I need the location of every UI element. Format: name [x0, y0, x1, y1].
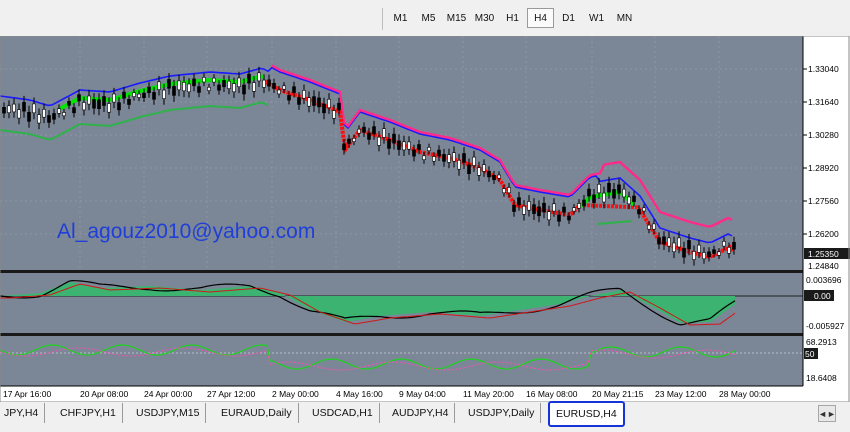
timeframe-toolbar: M1 M5 M15 M30 H1 H4 D1 W1 MN — [0, 0, 850, 36]
price-label: 1.30280 — [808, 130, 839, 140]
time-label: 24 Apr 00:00 — [144, 389, 192, 399]
price-label: 1.24840 — [808, 261, 839, 271]
rsi-pane[interactable] — [0, 336, 803, 386]
price-label: 1.27560 — [808, 196, 839, 206]
timeframe-button-mn[interactable]: MN — [611, 8, 638, 28]
time-label: 11 May 20:00 — [463, 389, 514, 399]
timeframe-button-m15[interactable]: M15 — [443, 8, 470, 28]
watermark-text: Al_agouz2010@yahoo.com — [57, 220, 315, 243]
price-label: 1.33040 — [808, 64, 839, 74]
time-label: 2 May 00:00 — [272, 389, 319, 399]
timeframe-button-d1[interactable]: D1 — [555, 8, 582, 28]
time-label: 16 May 08:00 — [526, 389, 578, 399]
macd-scale-label: -0.005927 — [806, 321, 845, 331]
timeframe-bar: M1 M5 M15 M30 H1 H4 D1 W1 MN — [382, 8, 639, 30]
time-label: 20 Apr 08:00 — [80, 389, 128, 399]
timeframe-button-m30[interactable]: M30 — [471, 8, 498, 28]
chart-tab-active[interactable]: EURUSD,H4 — [548, 401, 625, 427]
timeframe-button-m5[interactable]: M5 — [415, 8, 442, 28]
chart-tab[interactable]: AUDJPY,H4 — [386, 403, 456, 423]
timeframe-button-h1[interactable]: H1 — [499, 8, 526, 28]
tab-scroll-arrows-icon[interactable]: ◄► — [818, 405, 836, 422]
chart-window[interactable]: Al_agouz2010@yahoo.com 1.33040 1.31640 1… — [0, 36, 850, 402]
macd-scale-label: 0.00 — [814, 291, 831, 301]
time-label: 9 May 04:00 — [399, 389, 446, 399]
chart-tab[interactable]: EURAUD,Daily — [215, 403, 299, 423]
chart-tab[interactable]: CHFJPY,H1 — [54, 403, 123, 423]
current-price-label: 1.25350 — [808, 249, 839, 259]
price-label: 1.28920 — [808, 163, 839, 173]
chart-tab[interactable]: USDJPY,Daily — [462, 403, 542, 423]
timeframe-button-m1[interactable]: M1 — [387, 8, 414, 28]
chart-tab[interactable]: JPY,H4 — [0, 403, 46, 423]
terminal-window: M1 M5 M15 M30 H1 H4 D1 W1 MN Al_agouz201… — [0, 0, 850, 432]
chart-tabs-bar: JPY,H4 CHFJPY,H1 USDJPY,M15 EURAUD,Daily… — [0, 401, 850, 432]
timeframe-button-w1[interactable]: W1 — [583, 8, 610, 28]
rsi-scale-label: 18.6408 — [806, 373, 837, 383]
chart-tab[interactable]: USDCAD,H1 — [306, 403, 380, 423]
time-label: 4 May 16:00 — [336, 389, 383, 399]
rsi-scale-label: 68.2913 — [806, 337, 837, 347]
time-label: 28 May 00:00 — [719, 389, 771, 399]
rsi-scale-label: 50 — [805, 349, 815, 359]
time-label: 20 May 21:15 — [592, 389, 644, 399]
price-label: 1.26200 — [808, 229, 839, 239]
time-label: 17 Apr 16:00 — [3, 389, 51, 399]
price-label: 1.31640 — [808, 97, 839, 107]
time-label: 23 May 12:00 — [655, 389, 707, 399]
chart-tab[interactable]: USDJPY,M15 — [130, 403, 207, 423]
time-label: 27 Apr 12:00 — [207, 389, 255, 399]
macd-scale-label: 0.003696 — [806, 275, 842, 285]
timeframe-button-h4[interactable]: H4 — [527, 8, 554, 28]
